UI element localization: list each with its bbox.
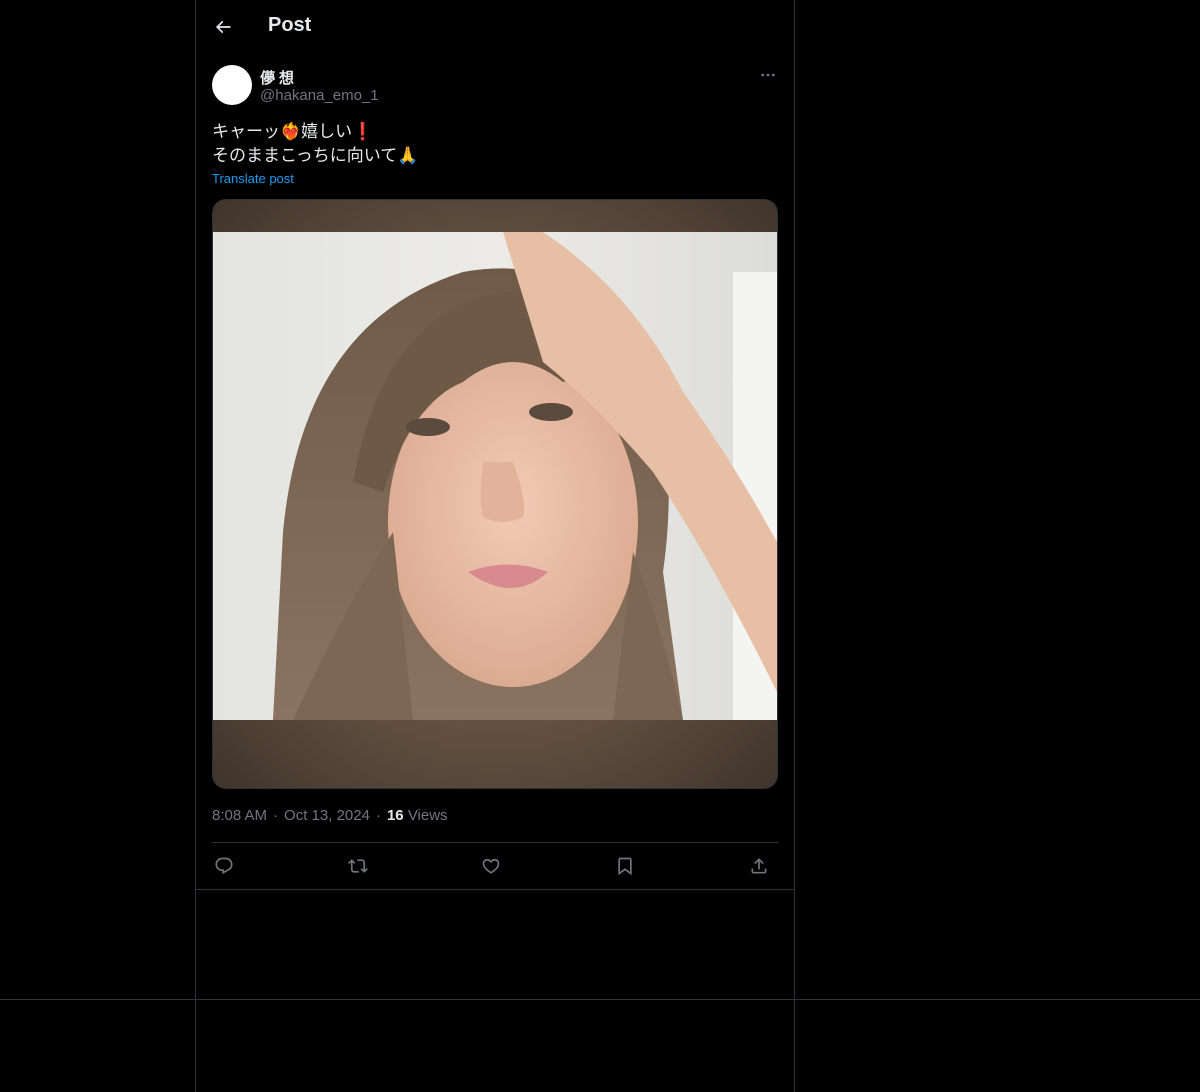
page-title: Post bbox=[268, 14, 312, 36]
views-count: 16 bbox=[386, 807, 404, 824]
actions-divider bbox=[196, 889, 794, 890]
share-button[interactable] bbox=[747, 854, 771, 878]
avatar[interactable] bbox=[212, 65, 252, 105]
bookmark-icon bbox=[618, 857, 632, 876]
post-header: Post bbox=[196, 0, 794, 53]
bottom-divider bbox=[0, 999, 1200, 1000]
heart-icon bbox=[482, 858, 500, 874]
repost-icon bbox=[348, 859, 368, 873]
post-text-line-2: そのままこっちに向いて🙏 bbox=[212, 146, 419, 165]
action-bar bbox=[212, 843, 778, 889]
reply-icon bbox=[215, 857, 233, 875]
meta-separator: · bbox=[375, 807, 381, 824]
column-border-left bbox=[195, 0, 196, 1092]
photo-illustration bbox=[213, 232, 777, 720]
post-time[interactable]: 8:08 AM bbox=[212, 807, 267, 824]
bookmark-button[interactable] bbox=[613, 854, 637, 878]
arrow-left-icon bbox=[215, 20, 231, 34]
post-media[interactable] bbox=[212, 199, 778, 789]
page: Post 儚想 @hakana_emo_1 キャーッ❤️‍🔥嬉しい❗ そのままこ… bbox=[0, 0, 1200, 1092]
author-row: 儚想 @hakana_emo_1 bbox=[196, 65, 794, 117]
translate-post-link[interactable]: Translate post bbox=[212, 171, 294, 186]
post-text: キャーッ❤️‍🔥嬉しい❗ そのままこっちに向いて🙏 bbox=[212, 120, 778, 168]
user-handle[interactable]: @hakana_emo_1 bbox=[260, 87, 379, 104]
post-date[interactable]: Oct 13, 2024 bbox=[284, 807, 370, 824]
share-icon bbox=[751, 858, 767, 874]
more-button[interactable] bbox=[758, 65, 778, 85]
more-horizontal-icon bbox=[761, 73, 775, 77]
meta-separator: · bbox=[273, 807, 279, 824]
post-text-line-1: キャーッ❤️‍🔥嬉しい❗ bbox=[212, 122, 374, 141]
like-button[interactable] bbox=[479, 854, 503, 878]
views-label: Views bbox=[407, 807, 448, 824]
repost-button[interactable] bbox=[346, 854, 370, 878]
post-meta: 8:08 AM · Oct 13, 2024 · 16 Views bbox=[212, 807, 448, 824]
reply-button[interactable] bbox=[212, 854, 236, 878]
column-border-right bbox=[794, 0, 795, 1092]
back-button[interactable] bbox=[206, 10, 240, 44]
display-name[interactable]: 儚想 bbox=[260, 67, 298, 88]
post-column: Post 儚想 @hakana_emo_1 キャーッ❤️‍🔥嬉しい❗ そのままこ… bbox=[196, 0, 794, 890]
post-photo bbox=[213, 232, 777, 720]
